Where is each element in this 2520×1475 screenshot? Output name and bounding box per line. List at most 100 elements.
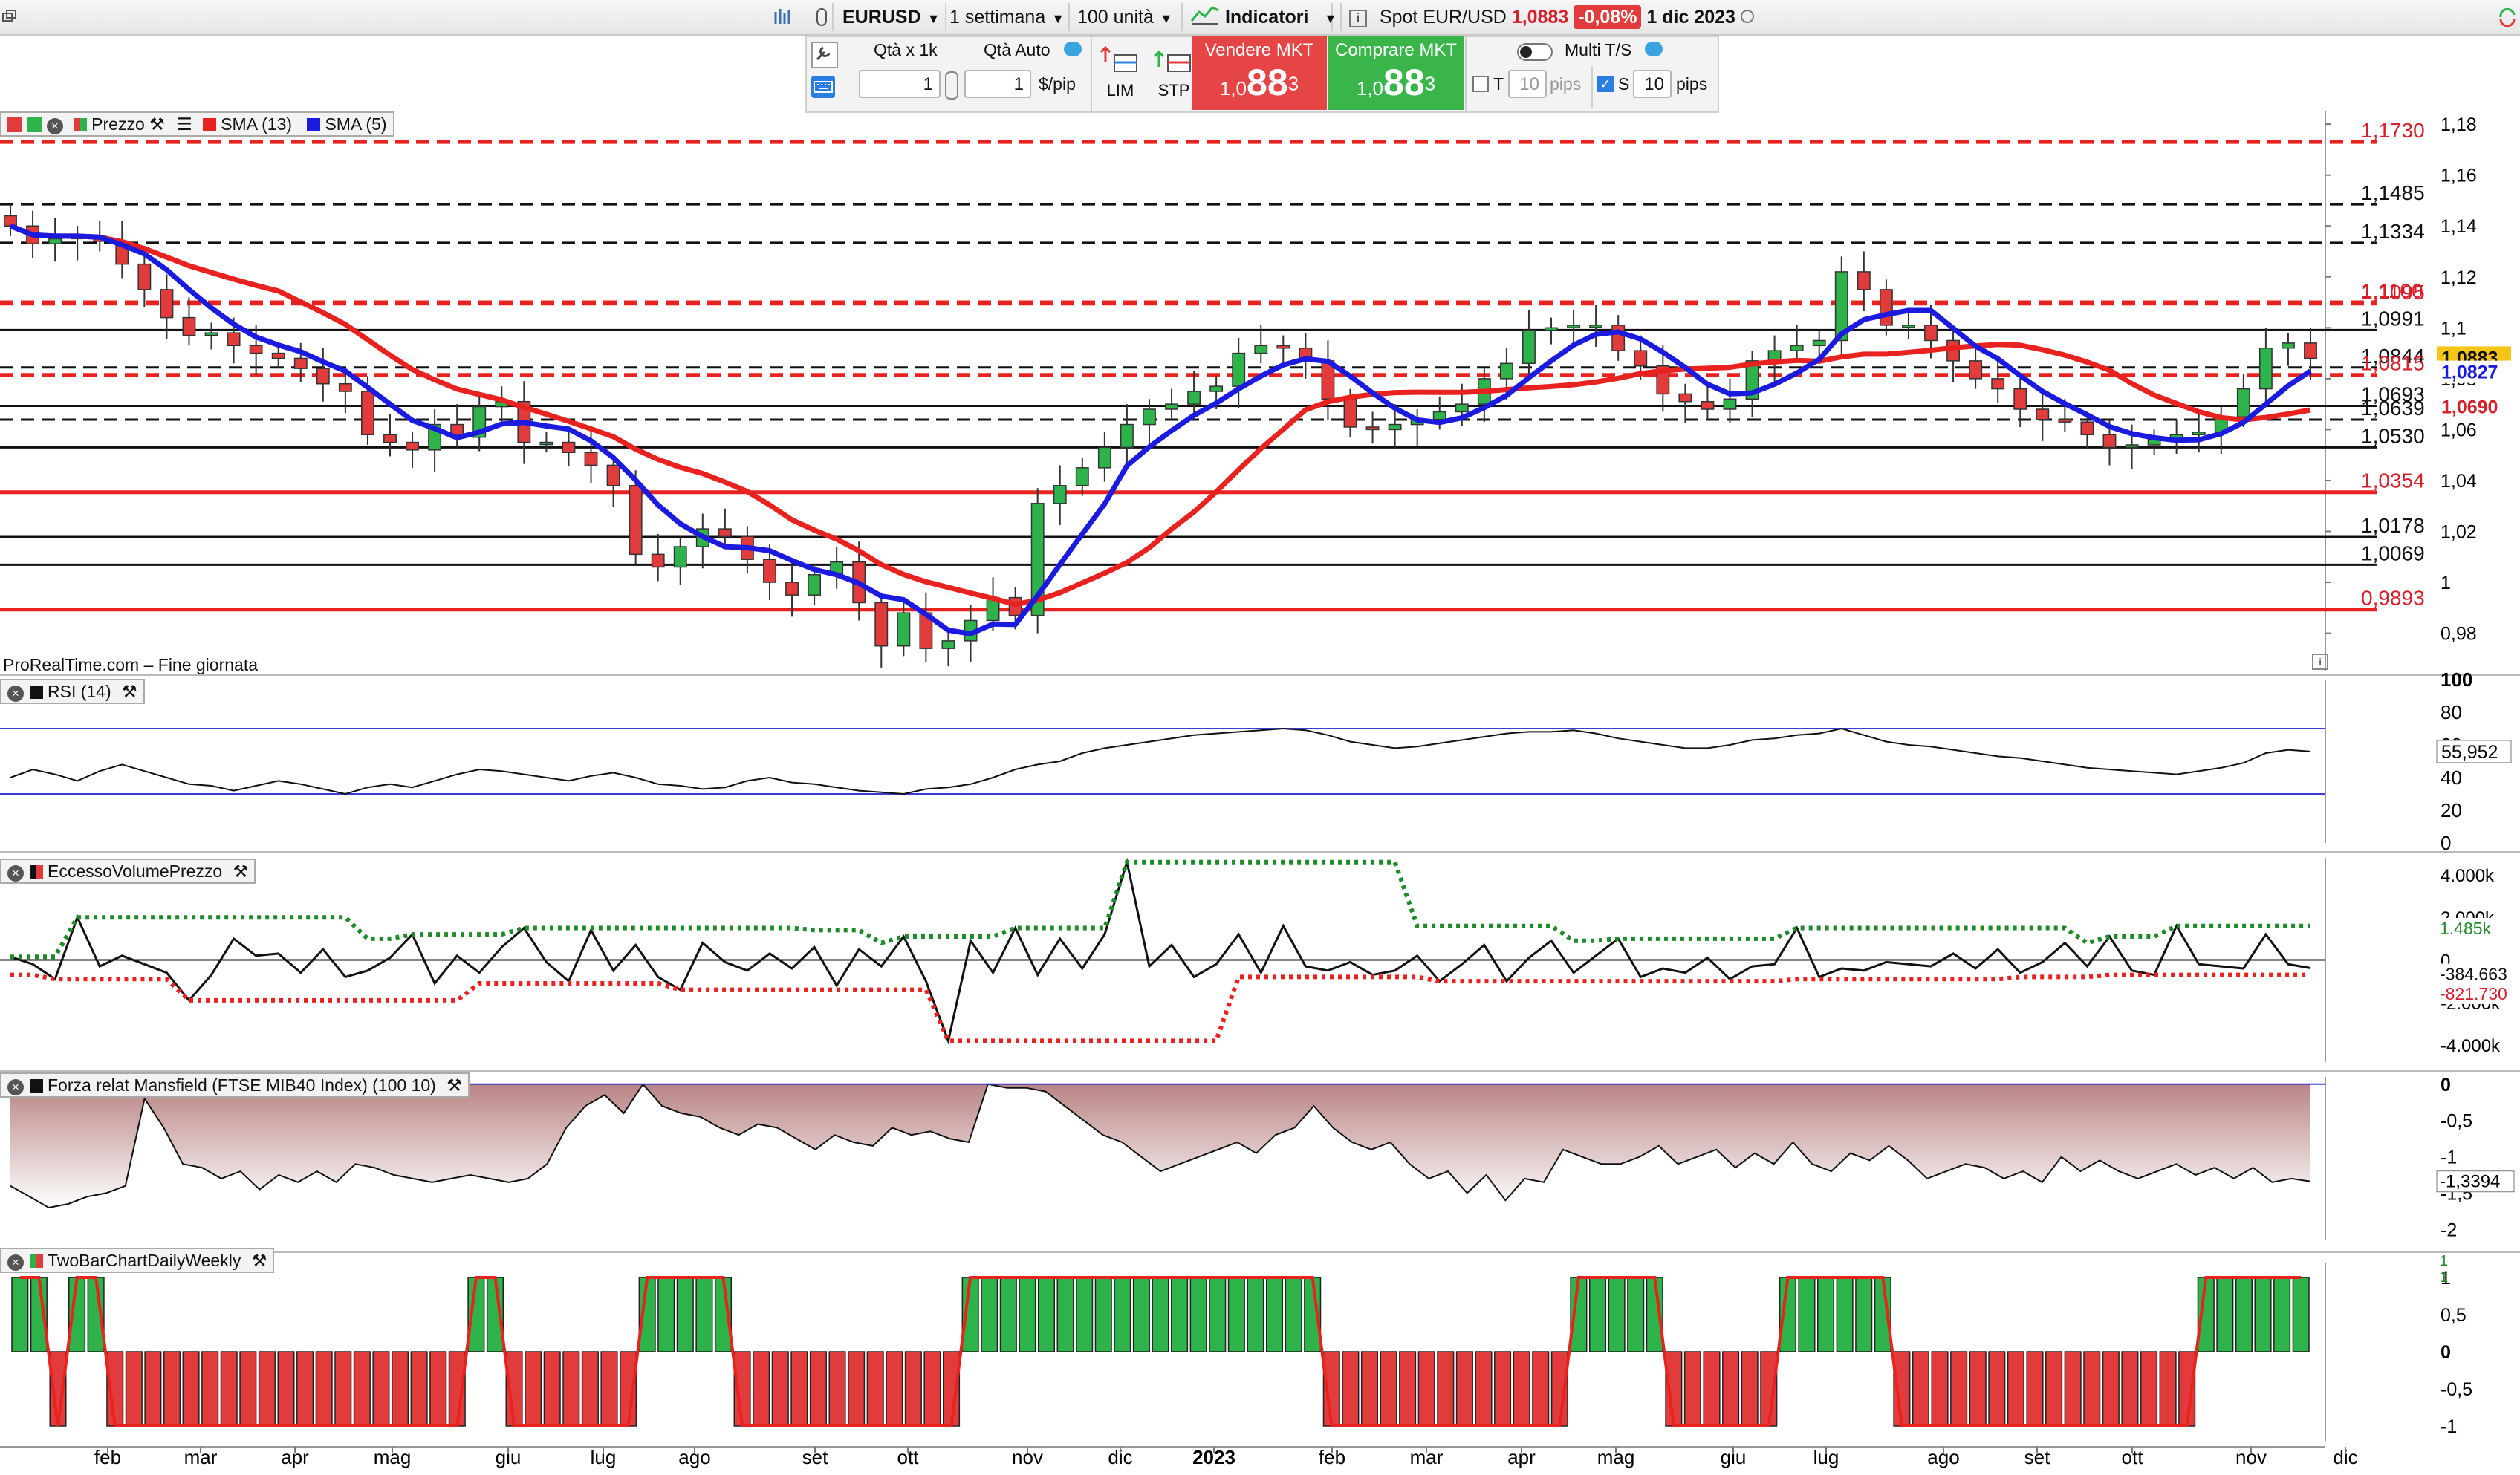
candle-body — [360, 391, 374, 436]
evp-title: EccessoVolumePrezzo — [48, 862, 223, 881]
wrench-icon[interactable]: ⚒ — [149, 114, 165, 134]
price-tick-label: 1,04 — [2441, 471, 2477, 492]
mansfield-title: Forza relat Mansfield (FTSE MIB40 Index)… — [48, 1075, 436, 1095]
stop-order-button[interactable]: STP — [1152, 45, 1196, 100]
quantity-selector[interactable]: 100 unità ▼ — [1070, 3, 1183, 31]
rsi-title: RSI (14) — [48, 682, 111, 701]
candle-body — [2102, 434, 2117, 449]
close-icon[interactable]: × — [46, 118, 63, 134]
indicators-dropdown[interactable]: ▼ — [1316, 3, 1342, 31]
twobar-bar — [258, 1351, 276, 1427]
indicators-button[interactable]: Indicatori — [1183, 3, 1333, 31]
twobar-bar — [1969, 1351, 1987, 1427]
mansfield-tick-label: -1 — [2441, 1147, 2457, 1168]
twobar-bar — [201, 1351, 219, 1427]
evp-legend[interactable]: × EccessoVolumePrezzo ⚒ — [0, 859, 256, 884]
help-bubble-icon — [1645, 42, 1663, 56]
close-icon[interactable]: × — [7, 1079, 24, 1095]
wrench-icon[interactable]: ⚒ — [233, 862, 249, 881]
chart-sync-icon[interactable] — [773, 3, 795, 31]
close-icon[interactable]: × — [7, 686, 24, 702]
stop-loss-checkbox[interactable]: ✓ — [1597, 76, 1614, 92]
candle-body — [2013, 388, 2027, 410]
level-label: 1,1730 — [2361, 119, 2425, 142]
candle-body — [1187, 391, 1201, 405]
limit-order-button[interactable]: LIM — [1098, 45, 1143, 100]
stop-loss-input[interactable]: 10 — [1633, 70, 1672, 98]
keyboard-icon[interactable] — [811, 76, 835, 98]
multi-ts-toggle[interactable] — [1517, 43, 1553, 61]
twobar-bar — [1437, 1351, 1455, 1427]
twobar-bar — [372, 1351, 390, 1427]
mansfield-legend[interactable]: × Forza relat Mansfield (FTSE MIB40 Index… — [0, 1072, 470, 1098]
chart-area[interactable]: 1,181,161,141,121,11,081,061,041,0210,98… — [0, 111, 2520, 1475]
candle-body — [1388, 423, 1402, 431]
twobar-bar — [1703, 1351, 1721, 1427]
twobar-bar — [1114, 1277, 1131, 1352]
restore-window-icon[interactable] — [0, 3, 19, 31]
chevron-down-icon: ▼ — [1324, 11, 1337, 26]
twobar-bar — [1494, 1351, 1512, 1427]
take-profit-input[interactable]: 10 — [1508, 70, 1547, 98]
buy-price: 1,0883 — [1356, 62, 1436, 103]
take-profit-checkbox[interactable] — [1472, 76, 1489, 92]
panel-arrows-icon[interactable] — [7, 117, 22, 132]
wrench-icon[interactable]: ⚒ — [446, 1075, 462, 1095]
twobar-bar — [1608, 1277, 1626, 1352]
twobar-bar — [1836, 1277, 1854, 1352]
rsi-tick-label: 0 — [2441, 832, 2451, 854]
info-icon: i — [1349, 10, 1367, 27]
per-pip-label: $/pip — [1039, 74, 1076, 94]
twobar-bar — [220, 1351, 238, 1427]
refresh-icon[interactable] — [2495, 4, 2520, 30]
qty-input[interactable]: 1 — [859, 70, 941, 98]
candle-body — [1723, 398, 1737, 410]
rsi-legend[interactable]: × RSI (14) ⚒ — [0, 679, 145, 704]
candle-body — [651, 553, 665, 568]
wrench-icon[interactable]: ⚒ — [252, 1251, 267, 1270]
twobar-bar — [1056, 1277, 1074, 1352]
buy-market-button[interactable]: Comprare MKT 1,0883 — [1328, 36, 1464, 110]
list-icon[interactable]: ☰ — [177, 114, 192, 134]
twobar-bar — [2254, 1277, 2272, 1352]
twobar-bar — [429, 1351, 447, 1427]
level-label: 1,0991 — [2361, 307, 2425, 330]
twobar-top-label: 1 — [2440, 1269, 2448, 1286]
info-clip-icon[interactable] — [811, 3, 834, 31]
candle-body — [2125, 444, 2139, 449]
symbol-selector[interactable]: EURUSD ▼ — [835, 3, 946, 31]
price-legend[interactable]: × Prezzo ⚒ ☰ SMA (13) SMA (5) — [0, 111, 394, 137]
sell-market-button[interactable]: Vendere MKT 1,0883 — [1192, 36, 1327, 110]
candle-body — [204, 332, 218, 336]
qty-auto-input[interactable]: 1 — [964, 70, 1031, 98]
timeframe-selector[interactable]: 1 settimana ▼ — [942, 3, 1070, 31]
twobar-bar — [1171, 1277, 1189, 1352]
twobar-bar — [163, 1351, 181, 1427]
twobar-legend[interactable]: × TwoBarChartDailyWeekly ⚒ — [0, 1248, 275, 1273]
candle-body — [1432, 411, 1446, 420]
twobar-color-icon — [30, 1254, 43, 1268]
wrench-icon[interactable] — [811, 42, 838, 68]
symbol-label: EURUSD — [842, 7, 921, 27]
close-icon[interactable]: × — [7, 1254, 24, 1271]
twobar-bar — [1285, 1277, 1302, 1352]
twobar-bar — [848, 1351, 866, 1427]
candle-body — [137, 263, 152, 290]
info-icon[interactable]: i — [2312, 654, 2328, 670]
close-icon[interactable]: × — [7, 865, 24, 882]
twobar-bar — [1418, 1351, 1435, 1427]
twobar-bar — [695, 1277, 713, 1352]
stp-label: STP — [1157, 81, 1190, 100]
twobar-bar — [1455, 1351, 1473, 1427]
s-label: S — [1618, 74, 1630, 94]
twobar-bar — [886, 1351, 903, 1427]
candle-body — [1499, 362, 1513, 380]
panel-up-icon[interactable] — [27, 117, 42, 132]
rsi-color-icon — [30, 686, 43, 699]
wrench-icon[interactable]: ⚒ — [122, 682, 137, 701]
level-label: 0,9893 — [2361, 587, 2425, 610]
price-tick-label: 1,16 — [2441, 166, 2477, 186]
volume-excess-panel: 4.000k2.000k0-2.000k-4.000k1.485k-384.66… — [0, 851, 2520, 1062]
twobar-bar — [2235, 1277, 2253, 1352]
link-chain-icon[interactable] — [945, 71, 958, 100]
